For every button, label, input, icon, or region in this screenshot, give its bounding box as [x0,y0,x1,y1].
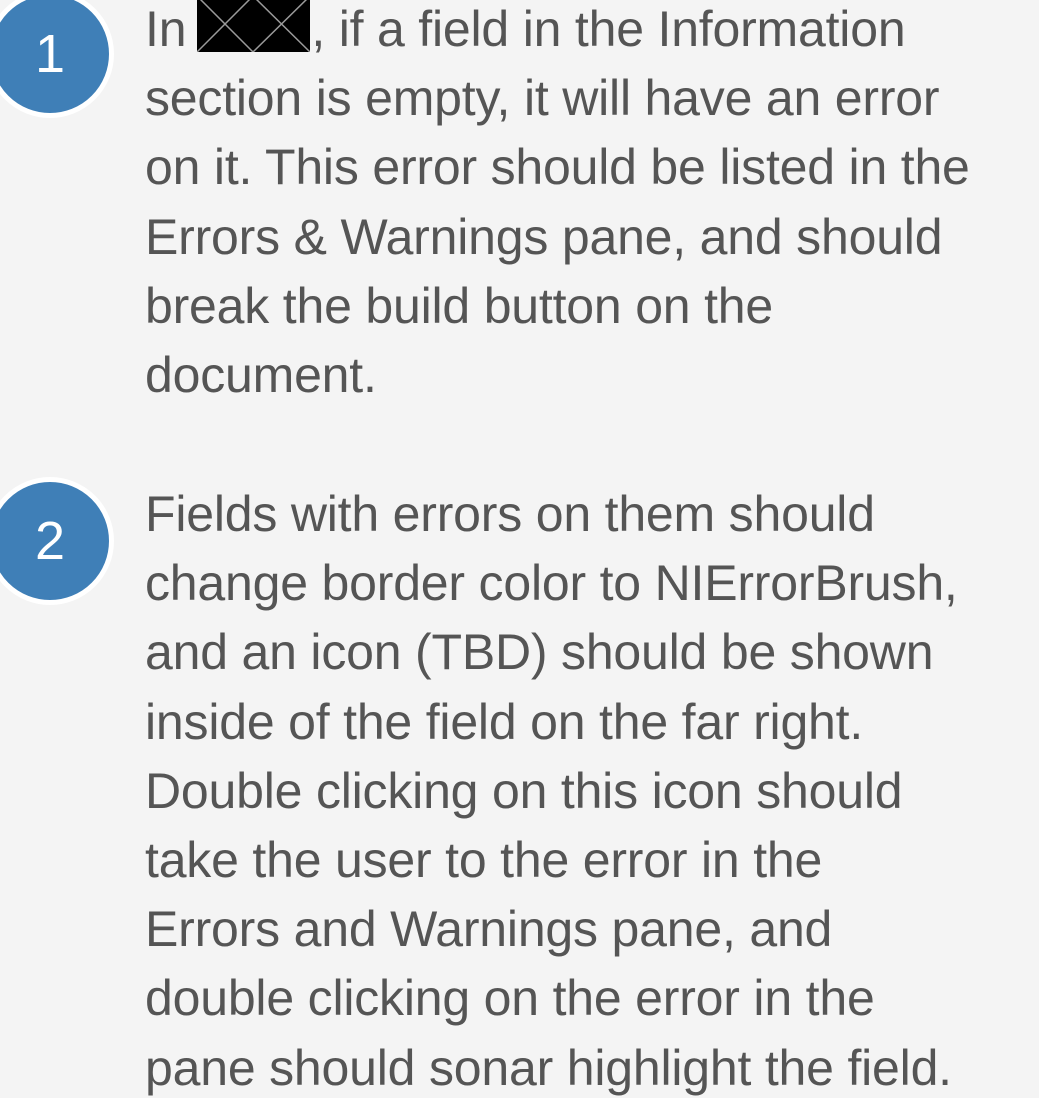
step-1-line-3: on it. This error should be listed in th… [145,139,970,196]
step-2-number-badge: 2 [0,477,114,605]
step-1-number-badge: 1 [0,0,114,118]
step-1-number: 1 [34,24,66,84]
step-2-line-9: pane should sonar highlight the field. [145,1039,952,1096]
step-2-line-5: Double clicking on this icon should [145,762,903,819]
step-1-line-1: In , if a field in the Information [145,0,1035,64]
step-1-line-1-before: In [145,1,187,57]
step-1-line-5: break the build button on the [145,277,774,334]
step-1-line-1-after: , if a field in the Information [311,1,906,57]
redacted-name-block [197,0,311,52]
step-2-line-4: inside of the field on the far right. [145,693,864,750]
step-2-text: Fields with errors on them should change… [145,480,1035,1098]
step-2-line-7: Errors and Warnings pane, and [145,901,833,958]
step-1-line-2: section is empty, it will have an error [145,70,940,127]
step-1-line-4: Errors & Warnings pane, and should [145,208,943,265]
step-2-line-8: double clicking on the error in the [145,970,875,1027]
page: 1 In , if a field in the Information sect… [0,0,1039,1098]
step-1-text: In , if a field in the Information sectio… [145,0,1035,410]
step-2-line-1: Fields with errors on them should [145,486,875,542]
step-2-line-3: and an icon (TBD) should be shown [145,624,934,681]
redaction-cross-icon [197,0,311,52]
step-2-line-2: change border color to NIErrorBrush, [145,555,958,612]
step-2-line-6: take the user to the error in the [145,832,823,889]
step-2-number: 2 [34,511,66,571]
step-1-line-6: document. [145,347,377,404]
